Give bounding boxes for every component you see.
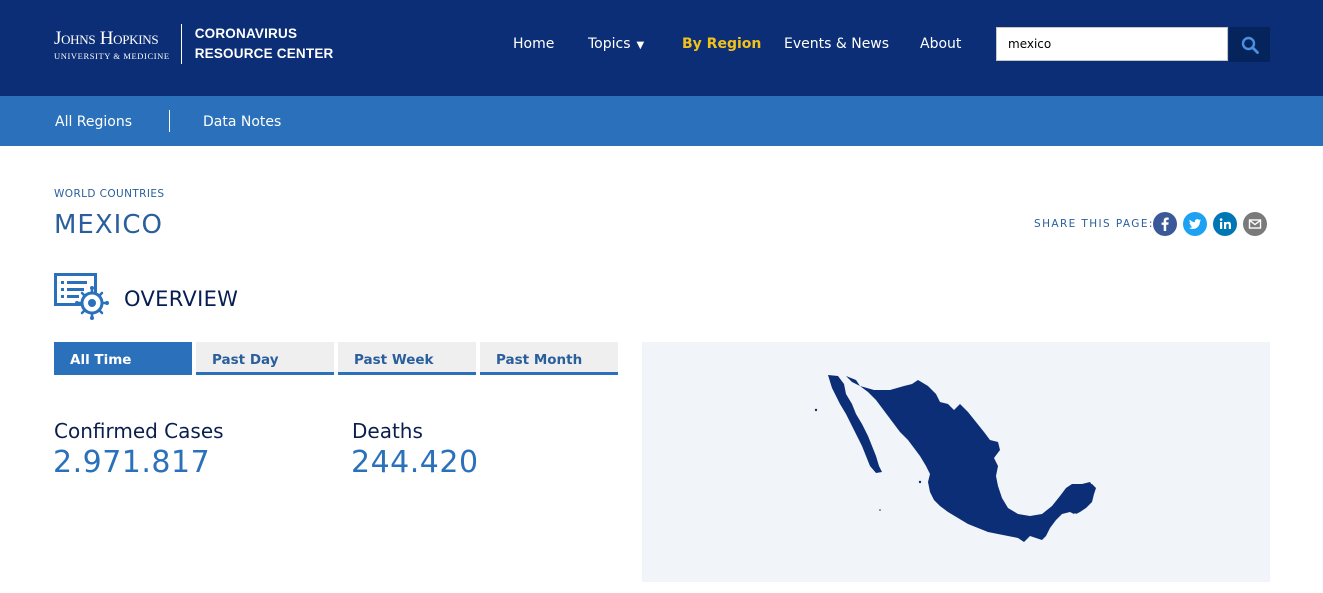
facebook-icon[interactable] — [1153, 212, 1177, 236]
share-icons — [1153, 212, 1267, 236]
crc-wordmark-line2: RESOURCE CENTER — [194, 46, 334, 61]
jhu-wordmark-line1: Johns Hopkins — [54, 27, 159, 49]
page-title: MEXICO — [54, 210, 163, 240]
logo-divider — [180, 24, 182, 64]
mainland-mexico-shape — [846, 376, 1094, 542]
mexico-map — [814, 375, 1096, 542]
country-map-panel — [642, 342, 1270, 582]
nav-home[interactable]: Home — [513, 36, 554, 52]
overview-icon — [54, 273, 110, 325]
crc-wordmark: CORONAVIRUS RESOURCE CENTER — [195, 24, 334, 64]
jhu-wordmark-line2: University & Medicine — [54, 50, 170, 61]
site-header: Johns Hopkins University & Medicine CORO… — [0, 0, 1323, 96]
deaths-label: Deaths — [352, 419, 423, 443]
crc-wordmark-line1: CORONAVIRUS — [194, 26, 298, 41]
island-shape — [814, 408, 818, 412]
nav-events-news[interactable]: Events & News — [784, 36, 889, 52]
island-shape — [918, 480, 922, 484]
subnav-divider — [169, 110, 170, 132]
tab-past-day[interactable]: Past Day — [196, 342, 334, 375]
twitter-icon[interactable] — [1183, 212, 1207, 236]
tab-past-month[interactable]: Past Month — [480, 342, 618, 375]
nav-about[interactable]: About — [920, 36, 961, 52]
nav-topics-label: Topics — [588, 36, 631, 52]
subnav-data-notes[interactable]: Data Notes — [203, 114, 281, 130]
share-label: SHARE THIS PAGE: — [1034, 218, 1154, 230]
caret-down-icon: ▼ — [636, 40, 645, 51]
nav-by-region[interactable]: By Region — [682, 36, 761, 52]
baja-california-shape — [828, 375, 882, 473]
breadcrumb-world-countries[interactable]: WORLD COUNTRIES — [54, 188, 164, 200]
jhu-wordmark: Johns Hopkins University & Medicine — [54, 28, 170, 61]
sub-nav: All Regions Data Notes — [0, 96, 1323, 146]
tab-all-time[interactable]: All Time — [54, 342, 192, 375]
confirmed-cases-label: Confirmed Cases — [54, 419, 224, 443]
overview-title: OVERVIEW — [124, 287, 239, 311]
deaths-value: 244.420 — [351, 445, 479, 480]
search-input[interactable] — [996, 27, 1228, 61]
tab-past-week[interactable]: Past Week — [338, 342, 476, 375]
jhu-crc-logo[interactable]: Johns Hopkins University & Medicine CORO… — [54, 24, 333, 64]
subnav-all-regions[interactable]: All Regions — [55, 114, 132, 130]
time-range-tabs: All Time Past Day Past Week Past Month — [54, 342, 618, 375]
search-button[interactable] — [1229, 27, 1270, 62]
nav-topics[interactable]: Topics ▼ — [588, 36, 644, 52]
island-shape — [879, 509, 881, 511]
email-icon[interactable] — [1243, 212, 1267, 236]
linkedin-icon[interactable] — [1213, 212, 1237, 236]
confirmed-cases-value: 2.971.817 — [53, 445, 211, 480]
search-icon — [1241, 36, 1259, 54]
